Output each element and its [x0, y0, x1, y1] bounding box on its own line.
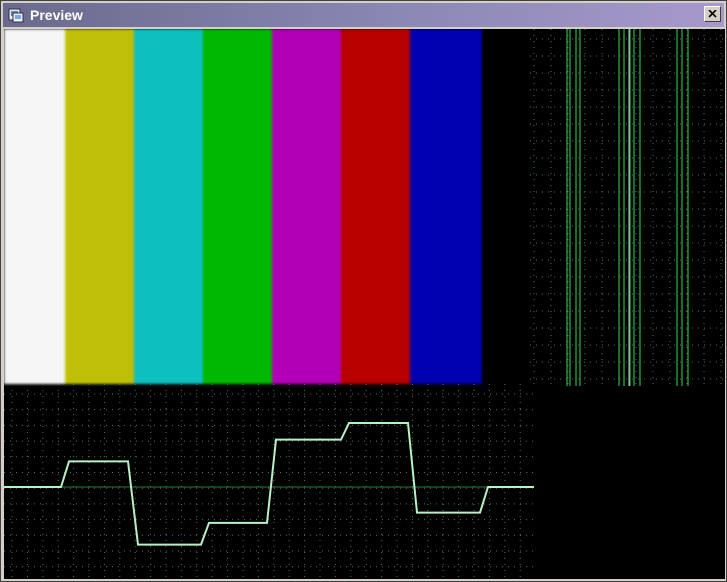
- title-bar[interactable]: Preview: [3, 3, 724, 27]
- waveform-monitor: [4, 384, 534, 579]
- preview-window: Preview: [0, 0, 727, 582]
- close-icon: [708, 10, 717, 18]
- color-bars: [4, 29, 482, 384]
- color-bar-white: [4, 29, 65, 384]
- close-button[interactable]: [704, 6, 721, 22]
- parade-traces: [566, 29, 689, 386]
- window-title: Preview: [30, 7, 83, 23]
- color-bar-blue: [410, 29, 482, 384]
- preview-canvas: [4, 29, 725, 579]
- parade-scope: [530, 29, 725, 386]
- color-bar-red: [341, 29, 410, 384]
- color-bar-yellow: [65, 29, 134, 384]
- color-bar-magenta: [272, 29, 341, 384]
- preview-app-icon: [8, 8, 24, 23]
- color-bar-cyan: [134, 29, 203, 384]
- scope-grid: [4, 384, 534, 579]
- color-bar-green: [203, 29, 272, 384]
- scope-grid: [530, 29, 725, 386]
